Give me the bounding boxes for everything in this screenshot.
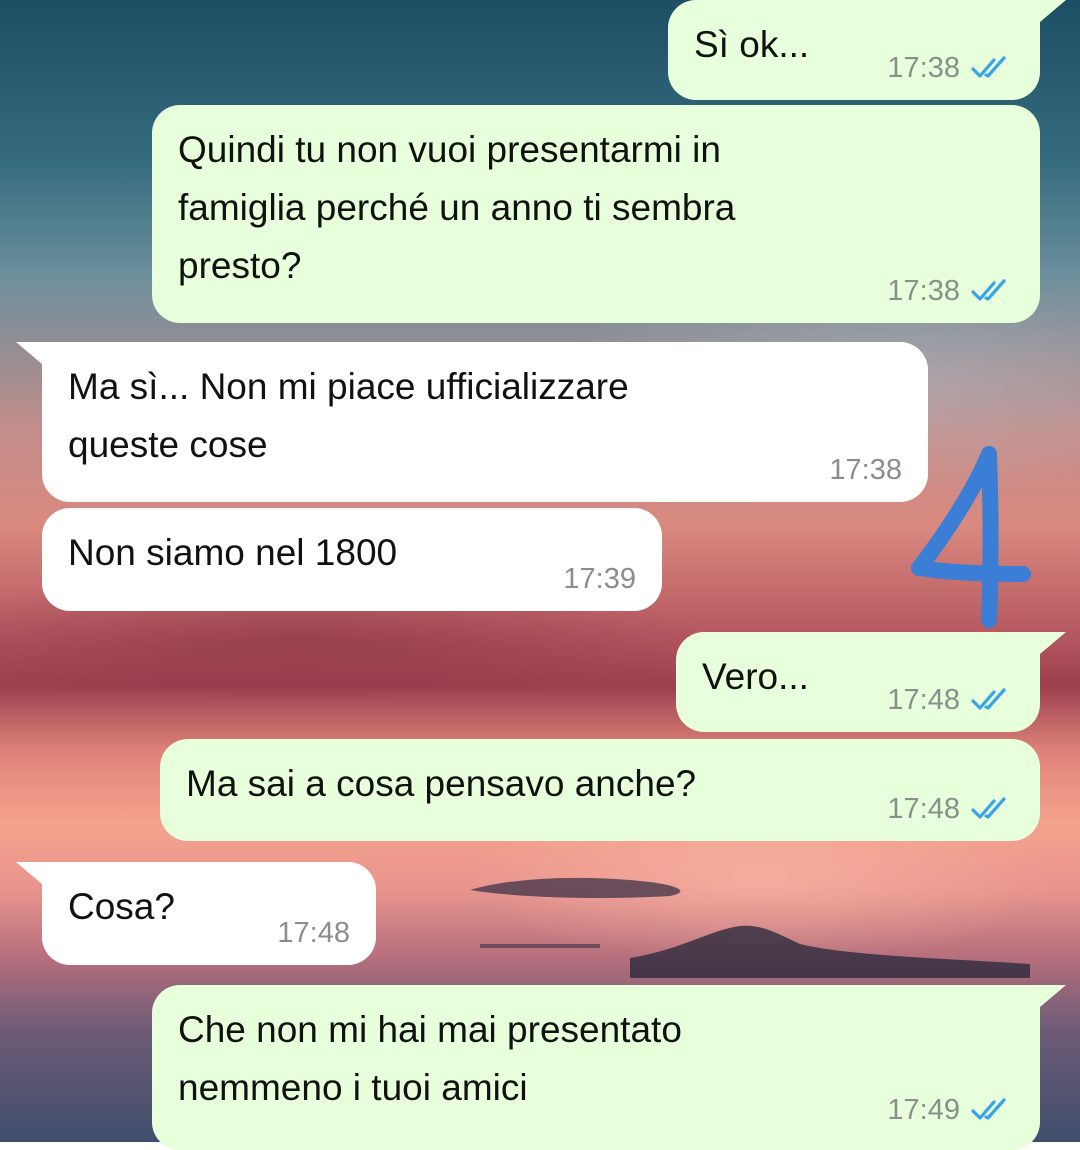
- message-text: Quindi tu non vuoi presentarmi in famigl…: [178, 129, 736, 286]
- read-ticks-icon: [971, 688, 1006, 710]
- message-meta: 17:48: [277, 917, 350, 949]
- read-ticks-icon: [971, 56, 1006, 78]
- message-bubble-outgoing[interactable]: Quindi tu non vuoi presentarmi in famigl…: [152, 105, 1040, 323]
- bubble-tail: [1040, 0, 1066, 22]
- bubble-tail: [16, 862, 42, 884]
- message-meta: 17:39: [563, 563, 636, 595]
- message-time: 17:39: [563, 563, 636, 595]
- message-time: 17:48: [887, 793, 960, 825]
- message-bubble-outgoing[interactable]: Che non mi hai mai presentato nemmeno i …: [152, 985, 1040, 1150]
- message-bubble-outgoing[interactable]: Ma sai a cosa pensavo anche? 17:48: [160, 739, 1040, 841]
- message-meta: 17:48: [887, 793, 1014, 825]
- message-time: 17:38: [829, 454, 902, 486]
- message-text: Non siamo nel 1800: [68, 532, 398, 573]
- message-time: 17:49: [887, 1094, 960, 1126]
- bubble-tail: [1040, 632, 1066, 654]
- message-bubble-incoming[interactable]: Ma sì... Non mi piace ufficializzare que…: [42, 342, 928, 502]
- message-time: 17:38: [887, 275, 960, 307]
- message-meta: 17:38: [829, 454, 902, 486]
- bubble-tail: [16, 342, 42, 364]
- message-meta: 17:49: [887, 1094, 1014, 1126]
- handwritten-number-four: [911, 446, 1031, 628]
- message-bubble-incoming[interactable]: Cosa? 17:48: [42, 862, 376, 965]
- message-time: 17:48: [887, 684, 960, 716]
- message-time: 17:38: [887, 52, 960, 84]
- read-ticks-icon: [971, 279, 1006, 301]
- read-ticks-icon: [971, 1098, 1006, 1120]
- read-ticks-icon: [971, 797, 1006, 819]
- message-meta: 17:48: [887, 684, 1014, 716]
- message-meta: 17:38: [887, 275, 1014, 307]
- message-text: Ma sì... Non mi piace ufficializzare que…: [68, 366, 629, 465]
- message-meta: 17:38: [887, 52, 1014, 84]
- message-time: 17:48: [277, 917, 350, 949]
- message-bubble-outgoing[interactable]: Sì ok... 17:38: [668, 0, 1040, 100]
- bubble-tail: [1040, 985, 1066, 1007]
- message-bubble-outgoing[interactable]: Vero... 17:48: [676, 632, 1040, 732]
- message-bubble-incoming[interactable]: Non siamo nel 1800 17:39: [42, 508, 662, 611]
